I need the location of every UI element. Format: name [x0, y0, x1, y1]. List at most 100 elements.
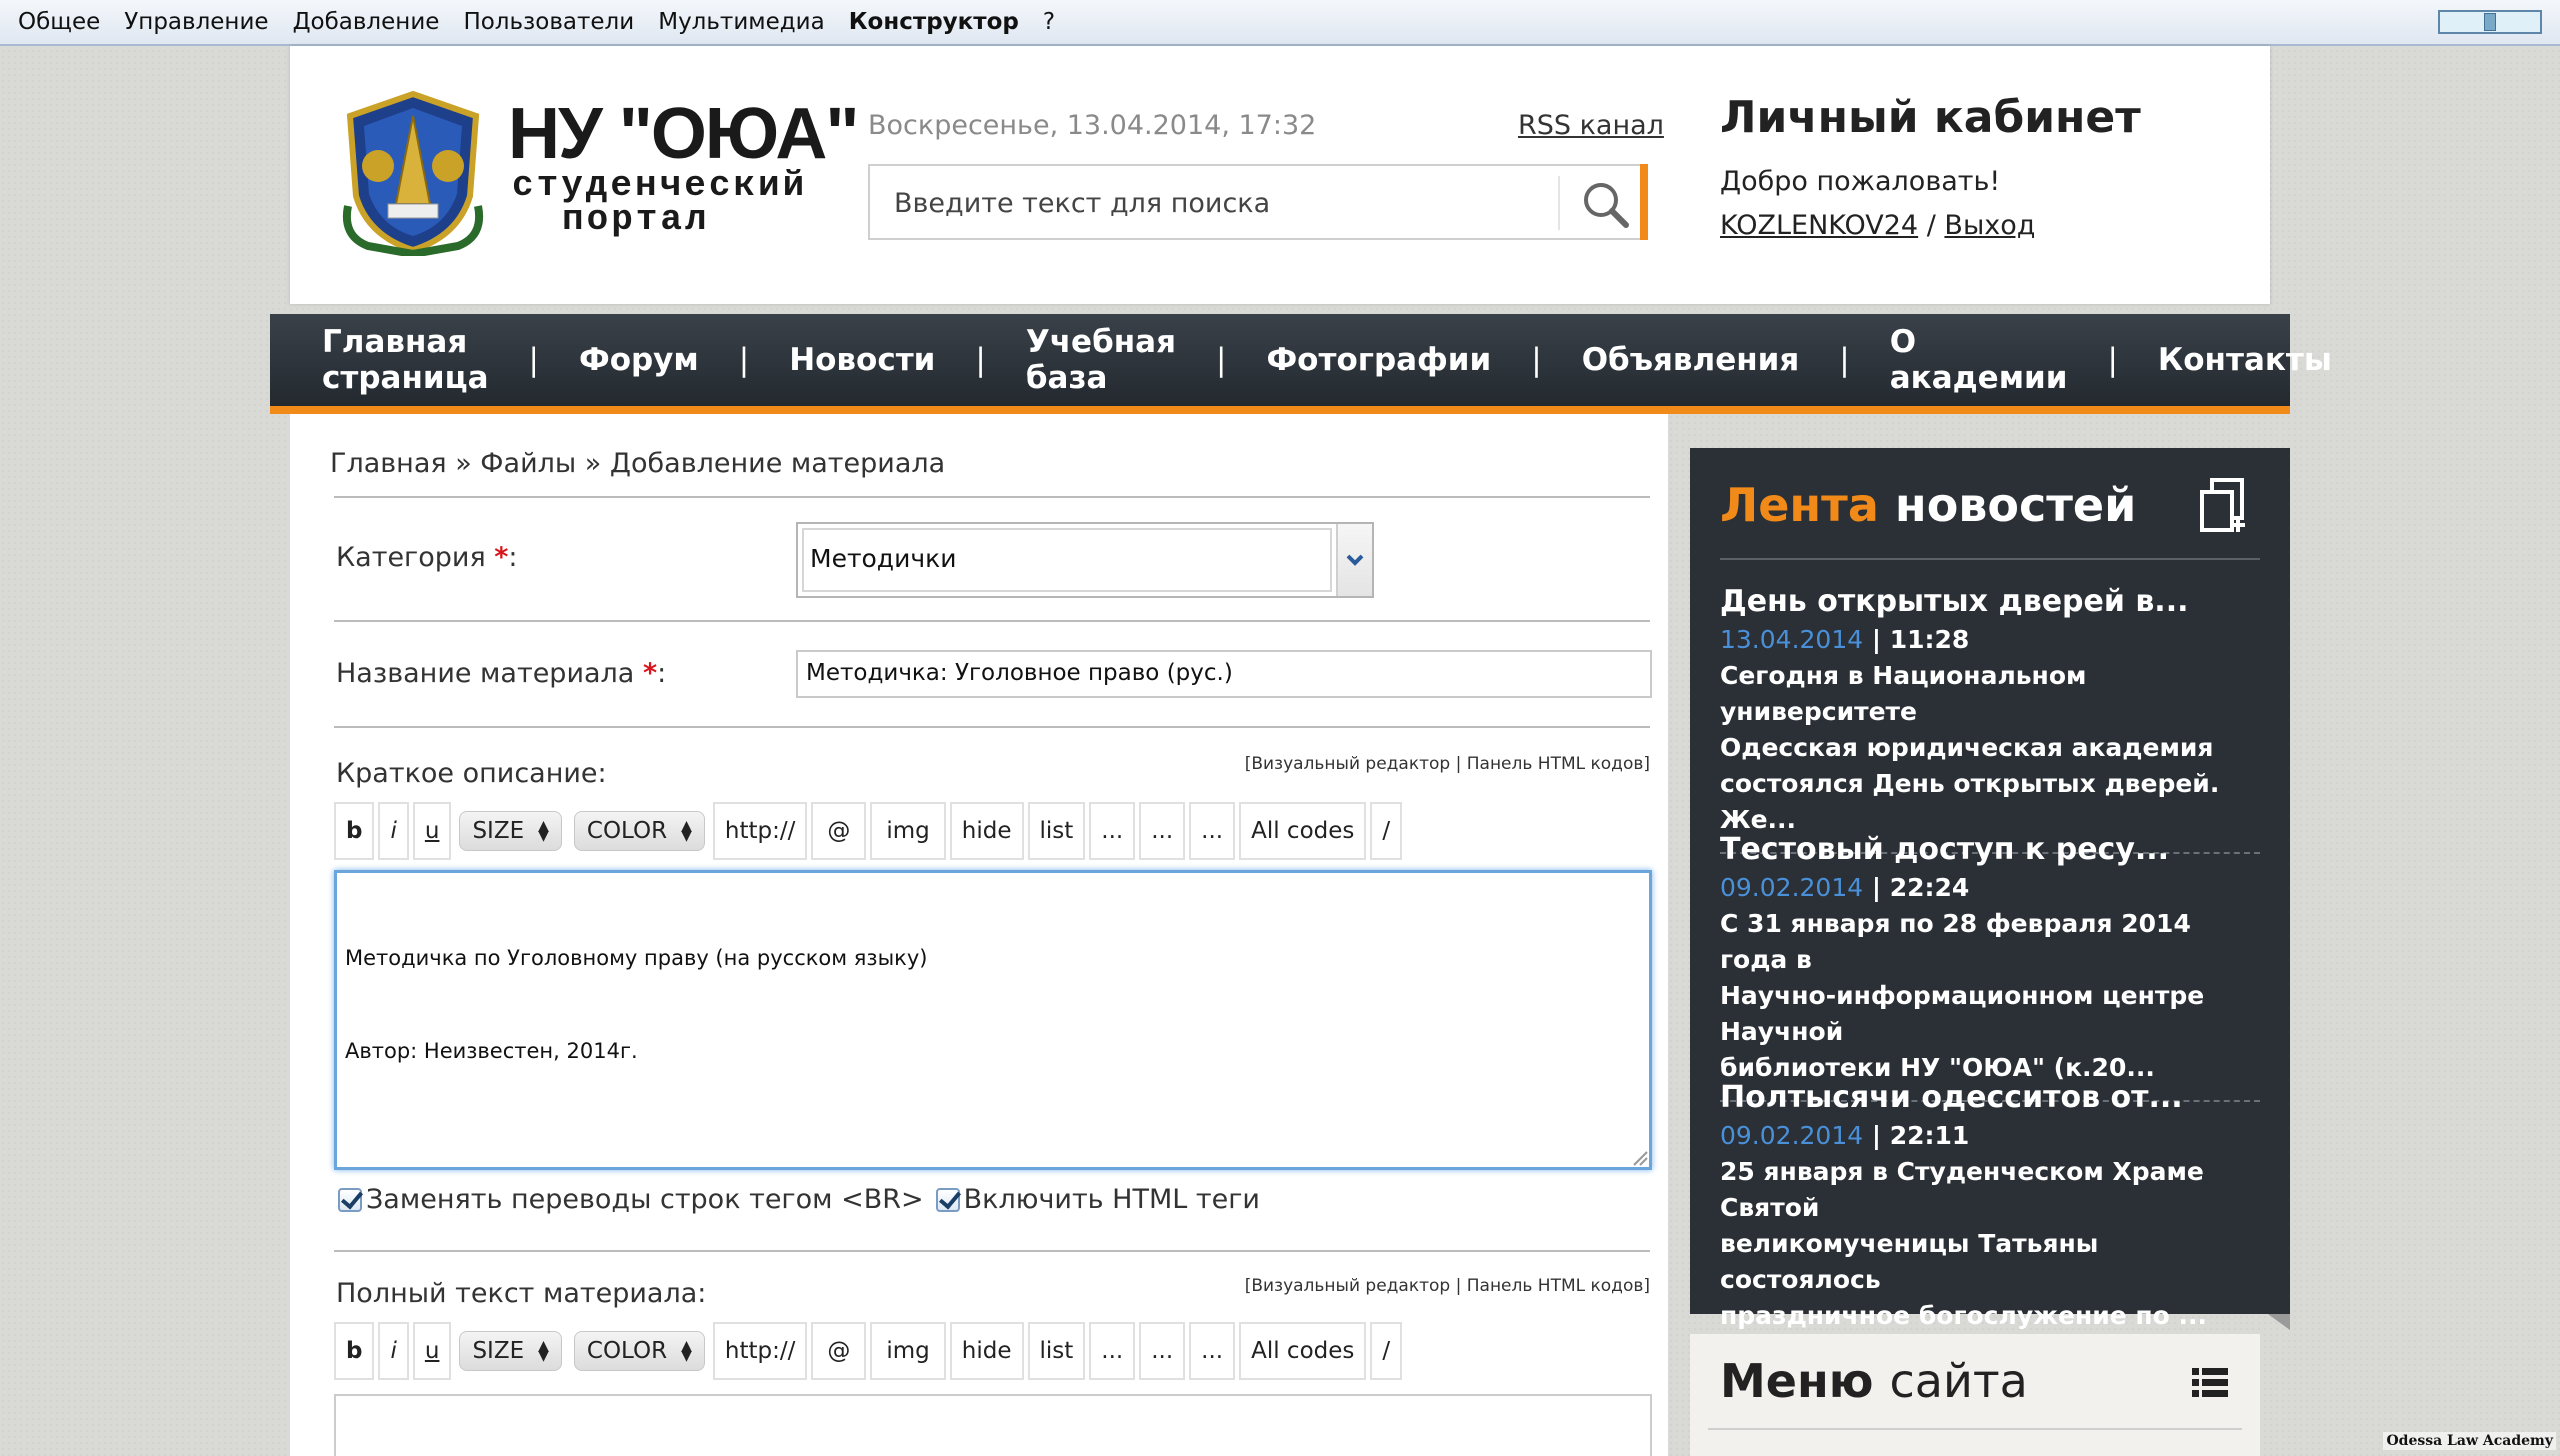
- italic-button[interactable]: i: [378, 1322, 409, 1380]
- zoom-slider-knob[interactable]: [2484, 13, 2496, 31]
- username-link[interactable]: KOZLENKOV24: [1720, 210, 1918, 241]
- nav-separator: |: [1531, 342, 1542, 378]
- url-button[interactable]: http://: [712, 802, 808, 860]
- more-button-2[interactable]: ...: [1139, 1322, 1186, 1380]
- news-item-text-line: С 31 января по 28 февраля 2014 года в: [1720, 909, 2191, 974]
- divider: [1708, 1428, 2242, 1430]
- search-box: [868, 164, 1648, 240]
- news-copy-icon: [2200, 478, 2245, 532]
- category-select[interactable]: Методички: [796, 522, 1374, 598]
- main-nav: Главная страница | Форум | Новости | Уче…: [270, 314, 2332, 414]
- nav-photos[interactable]: Фотографии: [1266, 342, 1491, 378]
- underline-button[interactable]: u: [412, 802, 452, 860]
- news-date: 09.02.2014: [1720, 873, 1864, 902]
- bold-button[interactable]: b: [334, 1322, 375, 1380]
- nav-forum[interactable]: Форум: [579, 342, 699, 378]
- hide-button[interactable]: hide: [949, 1322, 1024, 1380]
- material-title-input[interactable]: Методичка: Уголовное право (рус.): [796, 650, 1652, 698]
- editor-mode-links-2[interactable]: [Визуальный редактор | Панель HTML кодов…: [1245, 1276, 1650, 1296]
- welcome-text: Добро пожаловать!: [1720, 166, 2001, 197]
- menu-title-rest: сайта: [1889, 1354, 2028, 1408]
- underline-button[interactable]: u: [412, 1322, 452, 1380]
- category-select-value: Методички: [802, 528, 1332, 592]
- editor-mode-links[interactable]: [Визуальный редактор | Панель HTML кодов…: [1245, 754, 1650, 774]
- main-content: Главная » Файлы » Добавление материала К…: [290, 414, 1668, 1456]
- full-text-label: Полный текст материала:: [336, 1278, 707, 1309]
- nav-about[interactable]: О академии: [1890, 324, 2068, 396]
- email-button[interactable]: @: [811, 802, 867, 860]
- divider: [334, 620, 1650, 622]
- bold-button[interactable]: b: [334, 802, 375, 860]
- emblem-logo[interactable]: [338, 86, 488, 256]
- updown-icon: ▲ ▼: [681, 818, 692, 844]
- more-button-2[interactable]: ...: [1139, 802, 1186, 860]
- news-item[interactable]: Полтысячи одесситов от... 09.02.2014 | 2…: [1720, 1078, 2260, 1350]
- logout-link[interactable]: Выход: [1944, 210, 2035, 241]
- rss-link[interactable]: RSS канал: [1518, 110, 1664, 141]
- url-button[interactable]: http://: [712, 1322, 808, 1380]
- nav-news[interactable]: Новости: [789, 342, 935, 378]
- news-item-date: 09.02.2014 | 22:11: [1720, 1118, 2260, 1154]
- list-button[interactable]: list: [1027, 1322, 1086, 1380]
- admin-menu-general[interactable]: Общее: [18, 9, 100, 35]
- nav-separator: |: [1839, 342, 1850, 378]
- close-tag-button[interactable]: /: [1370, 802, 1403, 860]
- nav-contacts[interactable]: Контакты: [2158, 342, 2332, 378]
- size-select[interactable]: SIZE ▲ ▼: [459, 1331, 562, 1371]
- breadcrumb: Главная » Файлы » Добавление материала: [330, 448, 946, 479]
- date-separator: |: [1871, 1121, 1881, 1150]
- br-checkbox[interactable]: [338, 1187, 362, 1212]
- hide-button[interactable]: hide: [949, 802, 1024, 860]
- more-button-3[interactable]: ...: [1189, 1322, 1236, 1380]
- img-button[interactable]: img: [870, 1322, 946, 1380]
- resize-grip-icon[interactable]: [1630, 1148, 1648, 1166]
- updown-icon: ▲ ▼: [681, 1338, 692, 1364]
- admin-menu-add[interactable]: Добавление: [293, 9, 440, 35]
- admin-menu-constructor[interactable]: Конструктор: [849, 9, 1019, 35]
- user-line: KOZLENKOV24 / Выход: [1720, 210, 2035, 241]
- divider: [334, 496, 1650, 498]
- list-button[interactable]: list: [1027, 802, 1086, 860]
- size-select[interactable]: SIZE ▲ ▼: [459, 811, 562, 851]
- html-checkbox[interactable]: [935, 1187, 960, 1212]
- search-input[interactable]: [894, 184, 1534, 222]
- more-button-1[interactable]: ...: [1089, 802, 1136, 860]
- nav-home[interactable]: Главная страница: [322, 324, 489, 396]
- more-button-3[interactable]: ...: [1189, 802, 1236, 860]
- news-item[interactable]: День открытых дверей в... 13.04.2014 | 1…: [1720, 582, 2260, 854]
- italic-button[interactable]: i: [378, 802, 409, 860]
- short-description-textarea[interactable]: Методичка по Уголовному праву (на русско…: [334, 870, 1652, 1170]
- br-checkbox-label: Заменять переводы строк тегом <BR>: [366, 1184, 924, 1215]
- color-select[interactable]: COLOR ▲ ▼: [573, 811, 705, 851]
- img-button[interactable]: img: [870, 802, 946, 860]
- bbcode-toolbar: b i u SIZE ▲ ▼ COLOR ▲ ▼ http:// @ img hide …: [334, 802, 1406, 860]
- news-title-accent: Лента: [1720, 478, 1879, 532]
- admin-toolbar: Общее Управление Добавление Пользователи…: [0, 0, 2560, 46]
- full-text-textarea[interactable]: [334, 1394, 1652, 1456]
- news-item-title[interactable]: Тестовый доступ к ресу...: [1720, 830, 2260, 870]
- zoom-slider[interactable]: [2438, 10, 2542, 34]
- nav-announcements[interactable]: Объявления: [1582, 342, 1800, 378]
- news-item[interactable]: Тестовый доступ к ресу... 09.02.2014 | 2…: [1720, 830, 2260, 1102]
- admin-menu-users[interactable]: Пользователи: [463, 9, 634, 35]
- news-item-title[interactable]: Полтысячи одесситов от...: [1720, 1078, 2260, 1118]
- all-codes-button[interactable]: All codes: [1239, 802, 1367, 860]
- nav-separator: |: [2107, 342, 2118, 378]
- short-desc-label: Краткое описание:: [336, 758, 607, 789]
- nav-study-base[interactable]: Учебная база: [1026, 324, 1176, 396]
- date-separator: |: [1871, 873, 1881, 902]
- chevron-down-icon[interactable]: [1336, 524, 1372, 596]
- admin-menu-multimedia[interactable]: Мультимедиа: [658, 9, 825, 35]
- close-tag-button[interactable]: /: [1370, 1322, 1403, 1380]
- email-button[interactable]: @: [811, 1322, 867, 1380]
- menu-title-bold: Меню: [1720, 1354, 1874, 1408]
- all-codes-button[interactable]: All codes: [1239, 1322, 1367, 1380]
- more-button-1[interactable]: ...: [1089, 1322, 1136, 1380]
- divider: [1720, 558, 2260, 560]
- admin-menu-help[interactable]: ?: [1043, 9, 1055, 35]
- color-select[interactable]: COLOR ▲ ▼: [573, 1331, 705, 1371]
- title-label: Название материала *:: [336, 658, 666, 689]
- search-icon[interactable]: [1576, 176, 1636, 232]
- news-item-title[interactable]: День открытых дверей в...: [1720, 582, 2260, 622]
- admin-menu-management[interactable]: Управление: [124, 9, 268, 35]
